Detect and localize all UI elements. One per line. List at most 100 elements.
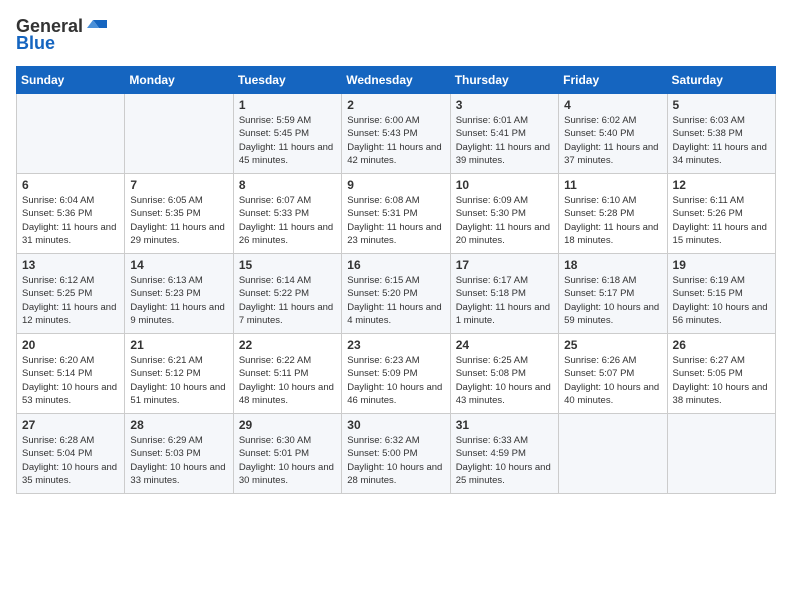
calendar-week-row: 6Sunrise: 6:04 AM Sunset: 5:36 PM Daylig… [17, 174, 776, 254]
calendar-cell: 17 Sunrise: 6:17 AM Sunset: 5:18 PM Dayli… [450, 254, 558, 334]
cell-text: Sunrise: 6:20 AM Sunset: 5:14 PM Dayligh… [22, 354, 119, 407]
calendar-cell: 29 Sunrise: 6:30 AM Sunset: 5:01 PM Dayli… [233, 414, 341, 494]
cell-text: Sunrise: 6:15 AM Sunset: 5:20 PM Dayligh… [347, 274, 444, 327]
logo-blue-text: Blue [16, 33, 55, 54]
cell-text: Sunrise: 6:01 AM Sunset: 5:41 PM Dayligh… [456, 114, 553, 167]
day-number: 21 [130, 338, 227, 352]
calendar-cell [559, 414, 667, 494]
calendar-body: 1 Sunrise: 5:59 AM Sunset: 5:45 PM Daylig… [17, 94, 776, 494]
day-number: 13 [22, 258, 119, 272]
calendar-cell: 14 Sunrise: 6:13 AM Sunset: 5:23 PM Dayli… [125, 254, 233, 334]
day-number: 5 [673, 98, 770, 112]
calendar-cell: 7 Sunrise: 6:05 AM Sunset: 5:35 PM Daylig… [125, 174, 233, 254]
calendar-week-row: 27 Sunrise: 6:28 AM Sunset: 5:04 PM Dayli… [17, 414, 776, 494]
day-header-monday: Monday [125, 67, 233, 94]
day-number: 14 [130, 258, 227, 272]
calendar-cell: 21 Sunrise: 6:21 AM Sunset: 5:12 PM Dayli… [125, 334, 233, 414]
cell-text: Sunrise: 6:30 AM Sunset: 5:01 PM Dayligh… [239, 434, 336, 487]
day-number: 29 [239, 418, 336, 432]
calendar-cell: 28 Sunrise: 6:29 AM Sunset: 5:03 PM Dayli… [125, 414, 233, 494]
calendar-cell: 5 Sunrise: 6:03 AM Sunset: 5:38 PM Daylig… [667, 94, 775, 174]
cell-text: Sunrise: 6:21 AM Sunset: 5:12 PM Dayligh… [130, 354, 227, 407]
calendar-cell [17, 94, 125, 174]
calendar-cell: 10Sunrise: 6:09 AM Sunset: 5:30 PM Dayli… [450, 174, 558, 254]
cell-text: Sunrise: 6:09 AM Sunset: 5:30 PM Dayligh… [456, 194, 553, 247]
calendar-cell: 20 Sunrise: 6:20 AM Sunset: 5:14 PM Dayli… [17, 334, 125, 414]
calendar-cell: 11 Sunrise: 6:10 AM Sunset: 5:28 PM Dayli… [559, 174, 667, 254]
calendar-cell: 8 Sunrise: 6:07 AM Sunset: 5:33 PM Daylig… [233, 174, 341, 254]
logo-icon [85, 18, 107, 36]
day-number: 27 [22, 418, 119, 432]
cell-text: Sunrise: 6:23 AM Sunset: 5:09 PM Dayligh… [347, 354, 444, 407]
cell-text: Sunrise: 6:05 AM Sunset: 5:35 PM Dayligh… [130, 194, 227, 247]
calendar-cell: 22Sunrise: 6:22 AM Sunset: 5:11 PM Dayli… [233, 334, 341, 414]
cell-text: Sunrise: 6:14 AM Sunset: 5:22 PM Dayligh… [239, 274, 336, 327]
cell-text: Sunrise: 6:03 AM Sunset: 5:38 PM Dayligh… [673, 114, 770, 167]
calendar-cell [125, 94, 233, 174]
cell-text: Sunrise: 6:12 AM Sunset: 5:25 PM Dayligh… [22, 274, 119, 327]
page-header: General Blue [16, 16, 776, 54]
day-number: 7 [130, 178, 227, 192]
calendar-cell: 4Sunrise: 6:02 AM Sunset: 5:40 PM Daylig… [559, 94, 667, 174]
calendar-cell: 12 Sunrise: 6:11 AM Sunset: 5:26 PM Dayli… [667, 174, 775, 254]
cell-text: Sunrise: 6:10 AM Sunset: 5:28 PM Dayligh… [564, 194, 661, 247]
day-number: 3 [456, 98, 553, 112]
calendar-header-row: SundayMondayTuesdayWednesdayThursdayFrid… [17, 67, 776, 94]
calendar-cell: 26Sunrise: 6:27 AM Sunset: 5:05 PM Dayli… [667, 334, 775, 414]
cell-text: Sunrise: 6:00 AM Sunset: 5:43 PM Dayligh… [347, 114, 444, 167]
calendar-cell: 9 Sunrise: 6:08 AM Sunset: 5:31 PM Daylig… [342, 174, 450, 254]
cell-text: Sunrise: 6:27 AM Sunset: 5:05 PM Dayligh… [673, 354, 770, 407]
day-number: 19 [673, 258, 770, 272]
cell-text: Sunrise: 5:59 AM Sunset: 5:45 PM Dayligh… [239, 114, 336, 167]
day-number: 16 [347, 258, 444, 272]
day-number: 24 [456, 338, 553, 352]
cell-text: Sunrise: 6:26 AM Sunset: 5:07 PM Dayligh… [564, 354, 661, 407]
calendar-cell: 6Sunrise: 6:04 AM Sunset: 5:36 PM Daylig… [17, 174, 125, 254]
cell-text: Sunrise: 6:11 AM Sunset: 5:26 PM Dayligh… [673, 194, 770, 247]
cell-text: Sunrise: 6:02 AM Sunset: 5:40 PM Dayligh… [564, 114, 661, 167]
cell-text: Sunrise: 6:13 AM Sunset: 5:23 PM Dayligh… [130, 274, 227, 327]
calendar-cell: 13 Sunrise: 6:12 AM Sunset: 5:25 PM Dayli… [17, 254, 125, 334]
cell-text: Sunrise: 6:04 AM Sunset: 5:36 PM Dayligh… [22, 194, 119, 247]
day-number: 11 [564, 178, 661, 192]
day-number: 8 [239, 178, 336, 192]
day-number: 22 [239, 338, 336, 352]
calendar-cell: 15Sunrise: 6:14 AM Sunset: 5:22 PM Dayli… [233, 254, 341, 334]
day-header-wednesday: Wednesday [342, 67, 450, 94]
cell-text: Sunrise: 6:29 AM Sunset: 5:03 PM Dayligh… [130, 434, 227, 487]
cell-text: Sunrise: 6:17 AM Sunset: 5:18 PM Dayligh… [456, 274, 553, 327]
calendar-cell: 18Sunrise: 6:18 AM Sunset: 5:17 PM Dayli… [559, 254, 667, 334]
day-header-sunday: Sunday [17, 67, 125, 94]
calendar-table: SundayMondayTuesdayWednesdayThursdayFrid… [16, 66, 776, 494]
cell-text: Sunrise: 6:07 AM Sunset: 5:33 PM Dayligh… [239, 194, 336, 247]
cell-text: Sunrise: 6:28 AM Sunset: 5:04 PM Dayligh… [22, 434, 119, 487]
day-number: 30 [347, 418, 444, 432]
calendar-cell [667, 414, 775, 494]
day-header-saturday: Saturday [667, 67, 775, 94]
day-number: 12 [673, 178, 770, 192]
cell-text: Sunrise: 6:19 AM Sunset: 5:15 PM Dayligh… [673, 274, 770, 327]
calendar-cell: 24Sunrise: 6:25 AM Sunset: 5:08 PM Dayli… [450, 334, 558, 414]
day-number: 23 [347, 338, 444, 352]
calendar-cell: 3 Sunrise: 6:01 AM Sunset: 5:41 PM Daylig… [450, 94, 558, 174]
calendar-cell: 1 Sunrise: 5:59 AM Sunset: 5:45 PM Daylig… [233, 94, 341, 174]
calendar-week-row: 20 Sunrise: 6:20 AM Sunset: 5:14 PM Dayli… [17, 334, 776, 414]
calendar-cell: 23 Sunrise: 6:23 AM Sunset: 5:09 PM Dayli… [342, 334, 450, 414]
calendar-cell: 30 Sunrise: 6:32 AM Sunset: 5:00 PM Dayli… [342, 414, 450, 494]
day-number: 25 [564, 338, 661, 352]
calendar-cell: 19 Sunrise: 6:19 AM Sunset: 5:15 PM Dayli… [667, 254, 775, 334]
calendar-week-row: 1 Sunrise: 5:59 AM Sunset: 5:45 PM Daylig… [17, 94, 776, 174]
day-number: 31 [456, 418, 553, 432]
day-number: 20 [22, 338, 119, 352]
calendar-cell: 27 Sunrise: 6:28 AM Sunset: 5:04 PM Dayli… [17, 414, 125, 494]
cell-text: Sunrise: 6:33 AM Sunset: 4:59 PM Dayligh… [456, 434, 553, 487]
cell-text: Sunrise: 6:32 AM Sunset: 5:00 PM Dayligh… [347, 434, 444, 487]
cell-text: Sunrise: 6:08 AM Sunset: 5:31 PM Dayligh… [347, 194, 444, 247]
day-number: 28 [130, 418, 227, 432]
day-number: 1 [239, 98, 336, 112]
day-number: 17 [456, 258, 553, 272]
day-header-friday: Friday [559, 67, 667, 94]
day-number: 18 [564, 258, 661, 272]
calendar-cell: 25 Sunrise: 6:26 AM Sunset: 5:07 PM Dayli… [559, 334, 667, 414]
day-number: 9 [347, 178, 444, 192]
